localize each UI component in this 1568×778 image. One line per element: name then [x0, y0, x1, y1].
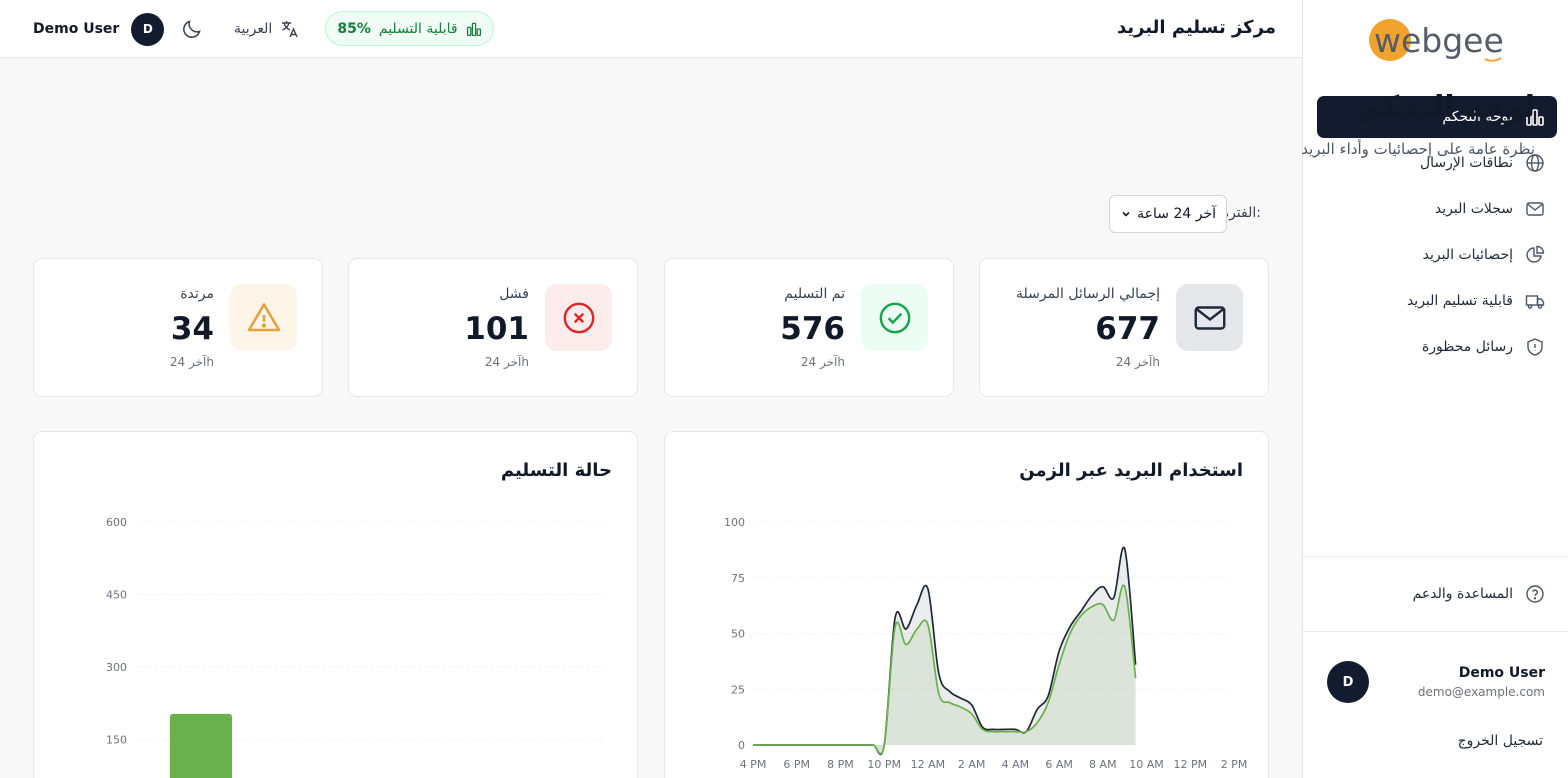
x-circle-icon [563, 302, 594, 333]
period-select[interactable]: آخر 24 ساعة [1109, 195, 1227, 233]
series-area [753, 585, 1136, 754]
sidebar-item-label: رسائل محظورة [1421, 339, 1513, 355]
x-tick-label: 12 AM [911, 758, 946, 771]
stat-icon-box [1176, 284, 1243, 351]
stat-value: 576 [780, 311, 845, 347]
shield-icon [1527, 338, 1543, 356]
stat-icon-box [545, 284, 612, 351]
page-subtitle: نظرة عامة على إحصائيات وأداء البريد [1301, 140, 1535, 158]
pie-chart-icon [1526, 245, 1545, 263]
user-name: Demo User [1458, 665, 1545, 681]
sidebar-divider [1303, 556, 1568, 557]
deliverability-label: قابلية التسليم [378, 20, 458, 37]
avatar: D [1327, 661, 1369, 703]
stat-value: 101 [464, 311, 529, 347]
language-switcher[interactable]: العربية [234, 18, 300, 40]
y-tick-label: 450 [106, 589, 127, 602]
sidebar-divider [1303, 631, 1568, 632]
x-tick-label: 2 AM [958, 758, 986, 771]
sidebar-item-label: سجلات البريد [1434, 201, 1513, 217]
deliverability-badge[interactable]: قابلية التسليم 85% [325, 11, 494, 46]
header-user-name: Demo User [33, 21, 120, 37]
stat-label: فشل [499, 286, 529, 302]
y-tick-label: 50 [731, 628, 745, 641]
check-circle-icon [879, 302, 910, 333]
x-tick-label: 6 PM [783, 758, 810, 771]
y-tick-label: 600 [106, 516, 127, 529]
language-label: العربية [234, 21, 273, 37]
stat-card-total-sent: إجمالي الرسائل المرسلة 677 آخر 24h [979, 258, 1269, 397]
webgee-logo[interactable]: webgee [1365, 14, 1535, 66]
y-tick-label: 300 [106, 661, 127, 674]
x-tick-label: 12 PM [1173, 758, 1207, 771]
x-tick-label: 8 AM [1089, 758, 1117, 771]
sidebar-item-deliverability[interactable]: قابلية تسليم البريد [1317, 280, 1557, 322]
help-support-link[interactable]: المساعدة والدعم [1317, 573, 1557, 615]
y-tick-label: 75 [731, 572, 745, 585]
sidebar-item-mail-logs[interactable]: سجلات البريد [1317, 188, 1557, 230]
x-tick-label: 4 PM [740, 758, 767, 771]
sidebar-nav: لوحة التحكم نطاقات الإرسال سجلات البريد … [1317, 96, 1557, 372]
x-tick-label: 10 PM [867, 758, 901, 771]
x-tick-label: 10 AM [1129, 758, 1164, 771]
stat-card-delivered: تم التسليم 576 آخر 24h [664, 258, 954, 397]
period-label: الفترة: [1221, 205, 1261, 221]
stat-label: إجمالي الرسائل المرسلة [1016, 286, 1160, 302]
stat-icon-box [861, 284, 928, 351]
mail-icon [1526, 202, 1544, 216]
stat-card-bounced: مرتدة 34 آخر 24h [33, 258, 323, 397]
stat-period: آخر 24h [169, 355, 214, 369]
sidebar-item-label: إحصائيات البريد [1422, 247, 1513, 263]
delivery-status-panel: حالة التسليم 150 300 450 600 [33, 431, 638, 778]
stat-value: 677 [1095, 311, 1160, 347]
user-email: demo@example.com [1417, 685, 1545, 699]
stat-value: 34 [170, 311, 214, 347]
usage-chart-panel: استخدام البريد عبر الزمن 0 25 50 75 100 4 PM 6… [664, 431, 1269, 778]
logout-button[interactable]: تسجيل الخروج [1458, 733, 1543, 749]
deliverability-value: 85% [337, 20, 371, 37]
stat-period: آخر 24h [484, 355, 529, 369]
avatar: D [131, 12, 165, 46]
sidebar-item-mail-stats[interactable]: إحصائيات البريد [1317, 234, 1557, 276]
period-value: آخر 24 ساعة [1137, 206, 1216, 222]
usage-area-chart[interactable]: 0 25 50 75 100 4 PM 6 PM 8 PM 10 PM 12 AM 2 AM 4 AM… [665, 432, 1270, 778]
y-tick-label: 0 [738, 739, 745, 752]
stat-period: آخر 24h [1115, 355, 1160, 369]
x-tick-label: 6 AM [1045, 758, 1073, 771]
sidebar-item-blocked-messages[interactable]: رسائل محظورة [1317, 326, 1557, 368]
translate-icon [282, 21, 298, 38]
help-support-label: المساعدة والدعم [1412, 586, 1513, 602]
x-tick-label: 8 PM [827, 758, 854, 771]
stat-period: آخر 24h [800, 355, 845, 369]
logo-text: webgee [1374, 21, 1504, 60]
stat-label: تم التسليم [784, 286, 845, 302]
delivery-status-bar-chart[interactable]: 150 300 450 600 [34, 432, 639, 778]
sidebar-item-label: قابلية تسليم البريد [1406, 293, 1513, 309]
chevron-down-icon [1122, 211, 1130, 217]
top-header: مركز تسليم البريد قابلية التسليم 85% الع… [0, 0, 1302, 58]
page-title: لوحة التحكم [1358, 90, 1535, 125]
header-user-menu[interactable]: Demo User D [33, 12, 165, 46]
y-tick-label: 150 [106, 734, 127, 747]
truck-icon [1525, 295, 1545, 309]
moon-icon[interactable] [181, 18, 203, 40]
app-title: مركز تسليم البريد [1116, 17, 1276, 38]
bar-chart-icon [466, 22, 481, 36]
x-tick-label: 2 PM [1221, 758, 1248, 771]
help-circle-icon [1526, 585, 1544, 603]
warning-icon [247, 302, 280, 331]
y-tick-label: 100 [724, 516, 745, 529]
help-section: المساعدة والدعم [1317, 573, 1557, 619]
stat-card-failed: فشل 101 آخر 24h [348, 258, 638, 397]
stat-label: مرتدة [180, 286, 214, 302]
y-tick-label: 25 [731, 683, 745, 696]
stat-icon-box [230, 284, 297, 351]
sidebar-user[interactable]: D Demo User demo@example.com [1327, 660, 1545, 706]
x-tick-label: 4 AM [1002, 758, 1030, 771]
bar [170, 713, 232, 778]
mail-icon [1194, 305, 1225, 330]
